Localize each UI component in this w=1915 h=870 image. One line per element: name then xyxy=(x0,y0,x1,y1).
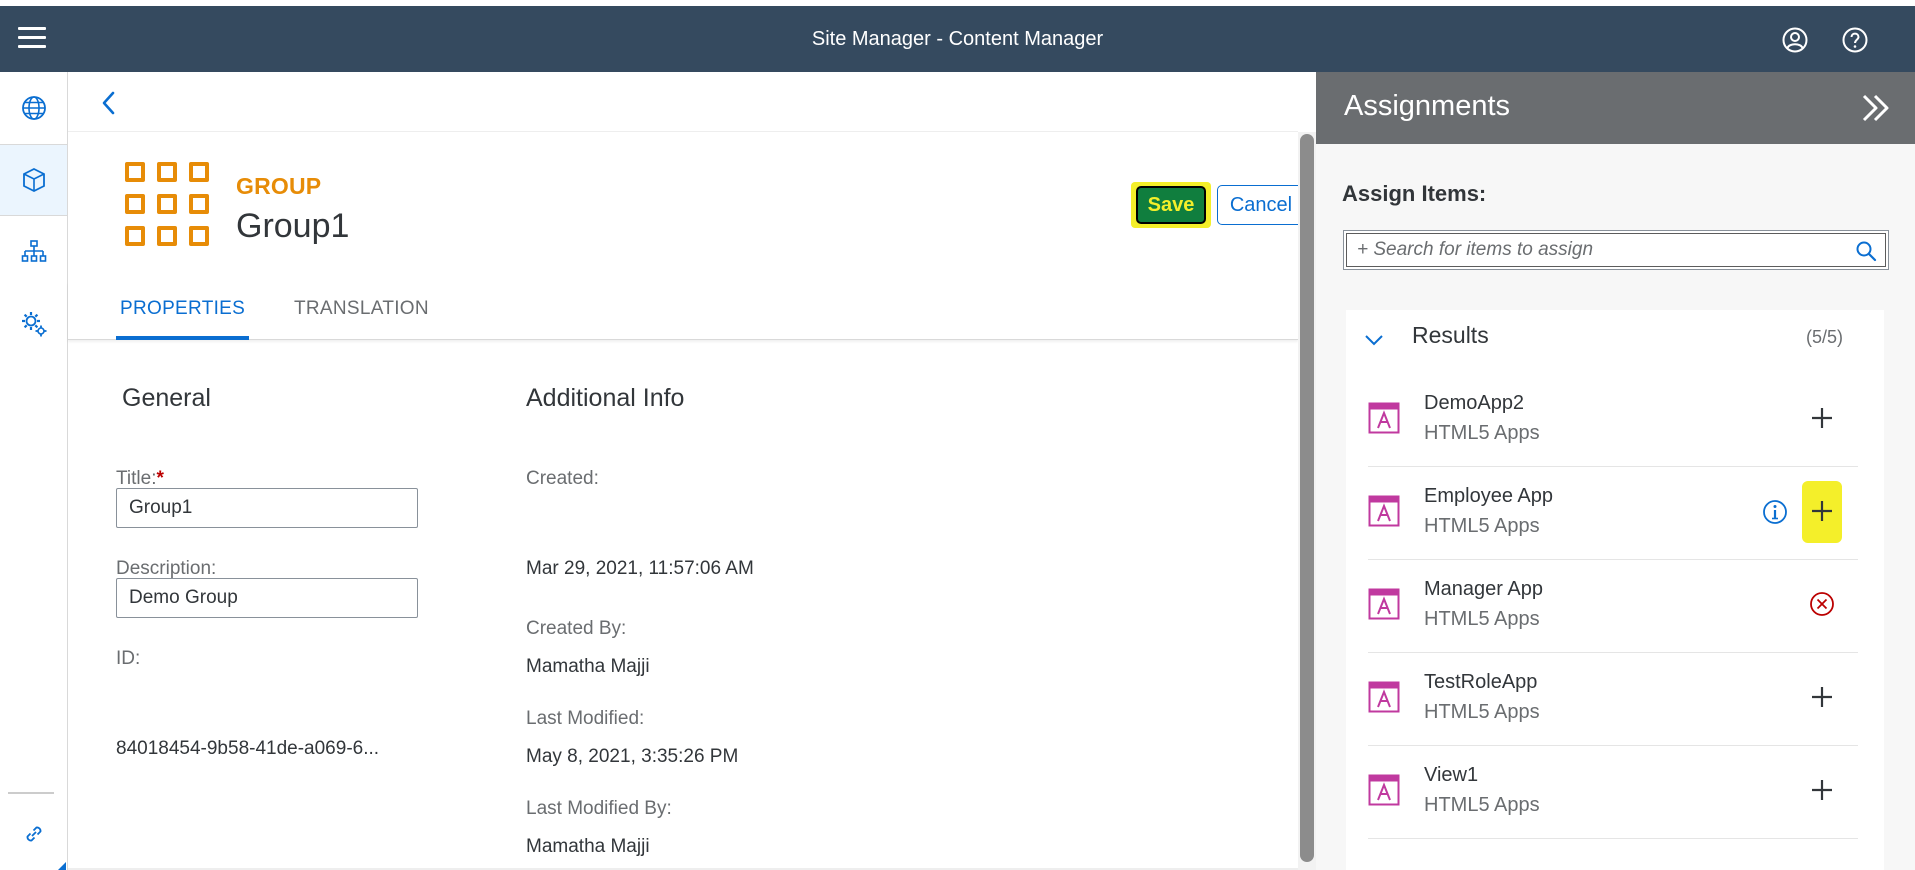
remove-circle-icon xyxy=(1810,592,1834,616)
shell-header: Site Manager - Content Manager xyxy=(0,6,1915,72)
chevron-down-icon xyxy=(1365,335,1383,346)
html5-app-icon xyxy=(1368,681,1400,713)
nav-links[interactable] xyxy=(0,798,67,870)
app-name: View1 xyxy=(1424,764,1479,786)
add-button[interactable] xyxy=(1802,770,1842,810)
app-root: Site Manager - Content Manager GROUP Gro… xyxy=(0,0,1915,870)
title-input[interactable] xyxy=(116,488,418,528)
results-panel: Results (5/5) DemoApp2 HTML5 Apps Employ… xyxy=(1346,310,1884,870)
nav-settings[interactable] xyxy=(0,288,67,360)
last-modified-label: Last Modified: xyxy=(526,708,645,729)
required-mark: * xyxy=(156,468,164,489)
description-input[interactable] xyxy=(116,578,418,618)
nav-separator xyxy=(8,792,54,794)
user-profile-icon[interactable] xyxy=(1781,26,1809,54)
collapse-panel-icon[interactable] xyxy=(1859,90,1893,126)
html5-app-icon xyxy=(1368,402,1400,434)
cancel-button[interactable]: Cancel xyxy=(1217,185,1305,225)
html5-app-icon xyxy=(1368,495,1400,527)
created-label: Created: xyxy=(526,468,599,489)
back-arrow-icon[interactable] xyxy=(96,88,122,118)
plus-icon xyxy=(1812,501,1832,521)
last-modified-by-label: Last Modified By: xyxy=(526,798,672,819)
result-item-manager-app: Manager App HTML5 Apps xyxy=(1368,560,1858,653)
add-button[interactable] xyxy=(1802,398,1842,438)
side-navigation xyxy=(0,72,68,870)
result-item-demoapp2: DemoApp2 HTML5 Apps xyxy=(1368,374,1858,467)
object-type-label: GROUP xyxy=(236,173,322,199)
id-value-text: 84018454-9b58-41de-a069-6... xyxy=(116,738,380,759)
search-focus-frame xyxy=(1346,233,1886,267)
last-modified-value: May 8, 2021, 3:35:26 PM xyxy=(526,746,739,767)
back-bar xyxy=(68,72,1298,132)
assignments-panel: Assignments Assign Items: Results xyxy=(1316,72,1915,870)
content-cube-icon xyxy=(22,167,45,193)
add-button[interactable] xyxy=(1802,677,1842,717)
assign-search-box xyxy=(1343,230,1889,270)
nav-site-hierarchy[interactable] xyxy=(0,216,67,288)
results-count: (5/5) xyxy=(1806,327,1844,347)
hierarchy-icon xyxy=(21,240,46,262)
scrollbar-thumb[interactable] xyxy=(1300,134,1314,862)
assignments-title: Assignments xyxy=(1344,90,1511,122)
main-content: GROUP Group1 Save Cancel PROPERTIES TRAN… xyxy=(68,72,1316,870)
nav-content-manager[interactable] xyxy=(0,144,67,216)
results-title: Results xyxy=(1412,322,1489,348)
tab-translation[interactable]: TRANSLATION xyxy=(290,298,433,340)
description-label: Description: xyxy=(116,558,217,579)
app-type: HTML5 Apps xyxy=(1424,608,1540,630)
tab-bar: PROPERTIES TRANSLATION xyxy=(68,282,1298,340)
info-icon[interactable] xyxy=(1762,499,1788,525)
last-modified-by-value: Mamatha Majji xyxy=(526,836,650,857)
search-icon[interactable] xyxy=(1855,240,1877,262)
plus-icon xyxy=(1812,408,1832,428)
additional-info-heading: Additional Info xyxy=(526,384,685,412)
html5-app-icon xyxy=(1368,588,1400,620)
app-type: HTML5 Apps xyxy=(1424,794,1540,816)
title-label: Title:* xyxy=(116,468,164,490)
nav-sites[interactable] xyxy=(0,72,67,144)
app-name: DemoApp2 xyxy=(1424,392,1525,414)
assign-items-label: Assign Items: xyxy=(1342,181,1487,206)
app-title: Site Manager - Content Manager xyxy=(811,28,1104,50)
results-header[interactable]: Results (5/5) xyxy=(1346,310,1884,372)
assignments-header: Assignments xyxy=(1316,72,1915,144)
save-button[interactable]: Save xyxy=(1136,186,1206,224)
created-value: Mar 29, 2021, 11:57:06 AM xyxy=(526,558,754,579)
general-heading: General xyxy=(122,384,211,412)
object-title: Group1 xyxy=(236,207,350,245)
plus-icon xyxy=(1812,687,1832,707)
created-by-value: Mamatha Majji xyxy=(526,656,650,677)
search-input[interactable] xyxy=(1357,234,1837,266)
remove-button[interactable] xyxy=(1802,584,1842,624)
result-item-testroleapp: TestRoleApp HTML5 Apps xyxy=(1368,653,1858,746)
plus-icon xyxy=(1812,780,1832,800)
app-name: TestRoleApp xyxy=(1424,671,1538,693)
title-label-text: Title: xyxy=(116,468,157,489)
app-name: Manager App xyxy=(1424,578,1543,600)
app-type: HTML5 Apps xyxy=(1424,701,1540,723)
html5-app-icon xyxy=(1368,774,1400,806)
tab-properties[interactable]: PROPERTIES xyxy=(116,298,250,340)
help-icon[interactable] xyxy=(1841,26,1869,54)
link-icon xyxy=(26,826,41,842)
nav-corner-marker xyxy=(56,862,66,870)
add-button-highlighted[interactable] xyxy=(1802,491,1842,531)
id-label: ID: xyxy=(116,648,141,669)
app-type: HTML5 Apps xyxy=(1424,515,1540,537)
gears-icon xyxy=(21,312,46,337)
app-type: HTML5 Apps xyxy=(1424,422,1540,444)
group-icon xyxy=(125,162,211,248)
app-name: Employee App xyxy=(1424,485,1553,507)
result-item-view1: View1 HTML5 Apps xyxy=(1368,746,1858,839)
created-by-label: Created By: xyxy=(526,618,627,639)
result-item-employee-app: Employee App HTML5 Apps xyxy=(1368,467,1858,560)
globe-icon xyxy=(21,96,46,120)
